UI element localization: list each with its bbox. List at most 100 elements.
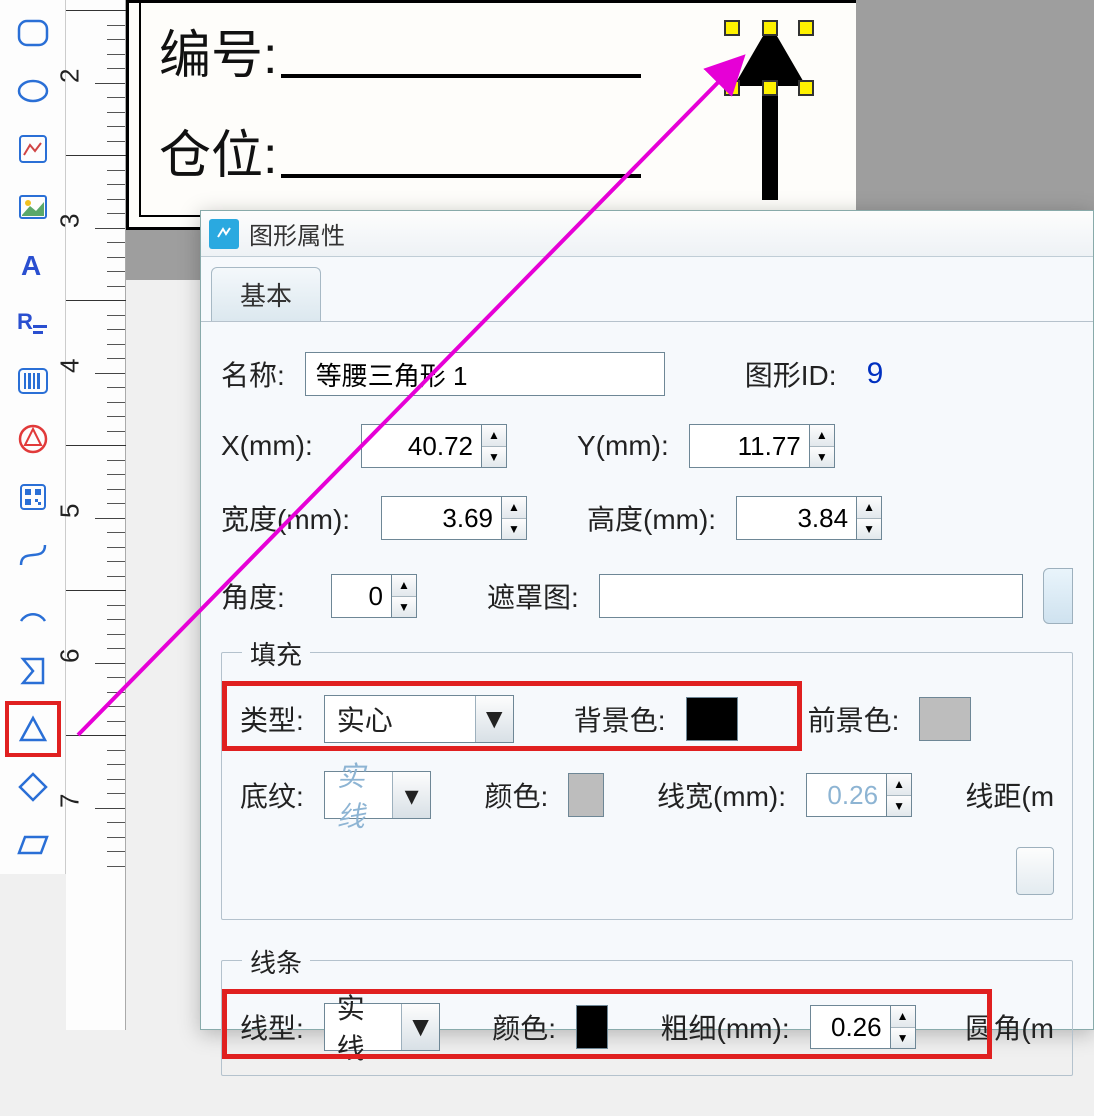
line-thick-up-button[interactable]: ▲ <box>891 1006 915 1028</box>
resize-handle-s[interactable] <box>762 80 778 96</box>
y-spinner[interactable]: ▲▼ <box>689 424 835 468</box>
chevron-down-icon[interactable]: ▼ <box>475 696 513 742</box>
arc-tool[interactable] <box>5 585 61 641</box>
y-down-button[interactable]: ▼ <box>810 447 834 468</box>
ruler-tick-minor <box>107 648 125 649</box>
width-down-button[interactable]: ▼ <box>502 519 526 540</box>
line-thick-input[interactable] <box>810 1005 890 1049</box>
chevron-down-icon[interactable]: ▼ <box>401 1004 439 1050</box>
ruler-tick-minor <box>107 344 125 345</box>
fill-bg-swatch[interactable] <box>686 697 738 741</box>
width-up-button[interactable]: ▲ <box>502 497 526 519</box>
polygon-tool[interactable] <box>5 643 61 699</box>
line-groupbox: 线条 线型: 实线 ▼ 颜色: 粗细(mm): ▲▼ 圆角(m <box>221 960 1073 1076</box>
height-up-button[interactable]: ▲ <box>857 497 881 519</box>
angle-down-button[interactable]: ▼ <box>392 597 416 618</box>
ruler-tick-minor <box>107 431 125 432</box>
ruler-tick-label: 6 <box>55 648 86 662</box>
ruler-tick-minor <box>107 474 125 475</box>
ruler-tick-minor <box>107 764 125 765</box>
width-input[interactable] <box>381 496 501 540</box>
fill-linew-up-button[interactable]: ▲ <box>887 774 911 796</box>
fill-fg-swatch[interactable] <box>919 697 971 741</box>
angle-up-button[interactable]: ▲ <box>392 575 416 597</box>
diamond-tool[interactable] <box>5 759 61 815</box>
ruler-tick-label: 2 <box>55 68 86 82</box>
parallelogram-tool[interactable] <box>5 817 61 873</box>
ruler-tick-minor <box>107 25 125 26</box>
height-label: 高度(mm): <box>587 498 716 538</box>
triangle-tool[interactable] <box>5 701 61 757</box>
stamp-tool[interactable] <box>5 411 61 467</box>
line-type-combo[interactable]: 实线 ▼ <box>324 1003 440 1051</box>
height-spinner[interactable]: ▲▼ <box>736 496 882 540</box>
width-spinner[interactable]: ▲▼ <box>381 496 527 540</box>
x-spinner[interactable]: ▲▼ <box>361 424 507 468</box>
ruler-tick-minor <box>107 677 125 678</box>
field2-underline <box>281 174 641 178</box>
line-thick-down-button[interactable]: ▼ <box>891 1028 915 1049</box>
resize-handle-sw[interactable] <box>724 80 740 96</box>
ruler-tick-minor <box>107 97 125 98</box>
barcode-tool[interactable] <box>5 353 61 409</box>
fill-pattern-combo[interactable]: 实线 ▾ <box>324 771 431 819</box>
qrcode-tool[interactable] <box>5 469 61 525</box>
mask-browse-button[interactable] <box>1043 568 1073 624</box>
text-tool[interactable]: A <box>5 237 61 293</box>
fill-pattern-label: 底纹: <box>240 775 304 815</box>
ruler-tick-minor <box>107 547 125 548</box>
resize-handle-n[interactable] <box>762 20 778 36</box>
resize-handle-e[interactable] <box>798 20 814 36</box>
selected-triangle-shape[interactable] <box>720 20 820 200</box>
vertical-ruler: 234567 <box>66 0 126 1030</box>
ruler-tick-minor <box>107 387 125 388</box>
ruler-tick-minor <box>107 257 125 258</box>
y-up-button[interactable]: ▲ <box>810 425 834 447</box>
y-input[interactable] <box>689 424 809 468</box>
fill-type-label: 类型: <box>240 699 304 739</box>
resize-handle-se[interactable] <box>798 80 814 96</box>
angle-input[interactable] <box>331 574 391 618</box>
image-path-tool[interactable] <box>5 121 61 177</box>
picture-tool[interactable] <box>5 179 61 235</box>
ruler-tick-major <box>66 590 126 591</box>
angle-spinner[interactable]: ▲▼ <box>331 574 417 618</box>
dialog-titlebar[interactable]: 图形属性 <box>201 211 1093 257</box>
curve-tool[interactable] <box>5 527 61 583</box>
ruler-tick-label: 7 <box>55 793 86 807</box>
dialog-app-icon <box>209 219 239 249</box>
height-input[interactable] <box>736 496 856 540</box>
fill-type-combo[interactable]: 实心 ▼ <box>324 695 514 743</box>
rounded-rect-tool[interactable] <box>5 5 61 61</box>
chevron-down-icon[interactable]: ▾ <box>392 772 430 818</box>
ellipse-tool[interactable] <box>5 63 61 119</box>
fill-linew-spinner[interactable]: ▲▼ <box>806 773 912 817</box>
fill-color-swatch[interactable] <box>568 773 603 817</box>
fill-color-label: 颜色: <box>484 775 548 815</box>
fill-linew-input[interactable] <box>806 773 886 817</box>
line-thick-spinner[interactable]: ▲▼ <box>810 1005 916 1049</box>
fill-legend: 填充 <box>242 635 310 672</box>
tab-basic[interactable]: 基本 <box>211 267 321 321</box>
line-color-swatch[interactable] <box>576 1005 608 1049</box>
fill-linew-down-button[interactable]: ▼ <box>887 796 911 817</box>
mask-input[interactable] <box>599 574 1023 618</box>
svg-text:A: A <box>21 250 41 281</box>
field-row-2: 仓位: <box>159 113 641 188</box>
field1-label: 编号: <box>159 13 277 88</box>
fill-extra-button[interactable] <box>1016 847 1054 895</box>
ruler-tick-minor <box>95 518 125 519</box>
x-up-button[interactable]: ▲ <box>482 425 506 447</box>
x-input[interactable] <box>361 424 481 468</box>
y-label: Y(mm): <box>577 430 669 462</box>
name-input[interactable] <box>305 352 665 396</box>
fill-groupbox: 填充 类型: 实心 ▼ 背景色: 前景色: 底纹: 实线 ▾ <box>221 652 1073 920</box>
resize-handle-w[interactable] <box>724 20 740 36</box>
ruler-tick-minor <box>107 402 125 403</box>
richtext-tool[interactable]: R <box>5 295 61 351</box>
x-down-button[interactable]: ▼ <box>482 447 506 468</box>
shape-toolbar: A R <box>0 0 66 874</box>
height-down-button[interactable]: ▼ <box>857 519 881 540</box>
ruler-tick-label: 5 <box>55 503 86 517</box>
ruler-tick-minor <box>107 634 125 635</box>
